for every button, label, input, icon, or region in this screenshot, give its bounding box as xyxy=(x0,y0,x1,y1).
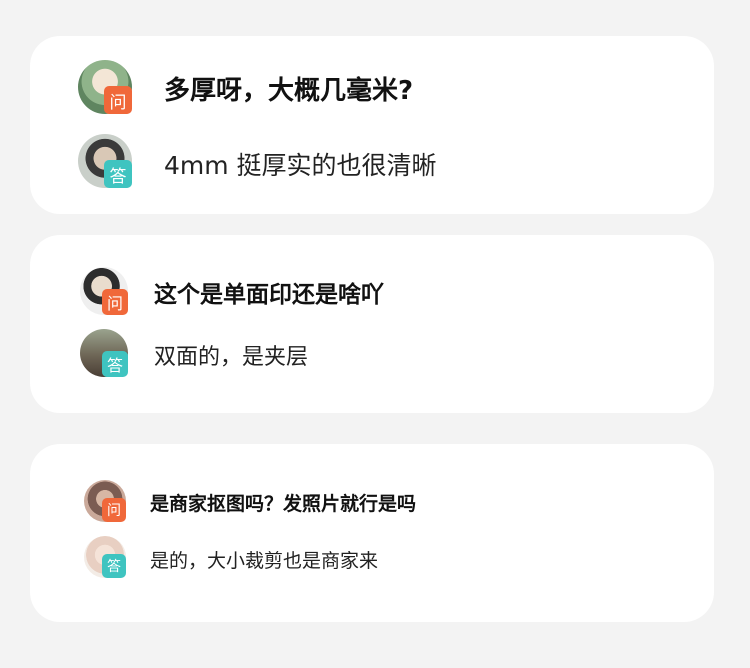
answer-badge: 答 xyxy=(102,351,128,377)
answer-text: 是的，大小裁剪也是商家来 xyxy=(150,550,379,572)
avatar: 问 xyxy=(80,267,128,315)
qa-card: 问 多厚呀，大概几毫米? 答 4mm 挺厚实的也很清晰 xyxy=(30,36,714,214)
question-badge: 问 xyxy=(104,86,132,114)
question-text: 多厚呀，大概几毫米? xyxy=(164,76,414,106)
answer-badge: 答 xyxy=(102,554,126,578)
question-text: 这个是单面印还是啥吖 xyxy=(154,282,384,308)
avatar: 答 xyxy=(84,536,126,578)
avatar: 问 xyxy=(78,60,132,114)
question-badge: 问 xyxy=(102,498,126,522)
answer-badge: 答 xyxy=(104,160,132,188)
answer-text: 双面的，是夹层 xyxy=(154,345,309,370)
avatar: 答 xyxy=(78,134,132,188)
answer-text: 4mm 挺厚实的也很清晰 xyxy=(164,151,437,180)
avatar: 答 xyxy=(80,329,128,377)
qa-card: 问 是商家抠图吗？发照片就行是吗 答 是的，大小裁剪也是商家来 xyxy=(30,444,714,622)
avatar: 问 xyxy=(84,480,126,522)
qa-card: 问 这个是单面印还是啥吖 答 双面的，是夹层 xyxy=(30,235,714,413)
question-text: 是商家抠图吗？发照片就行是吗 xyxy=(150,493,417,515)
question-badge: 问 xyxy=(102,289,128,315)
